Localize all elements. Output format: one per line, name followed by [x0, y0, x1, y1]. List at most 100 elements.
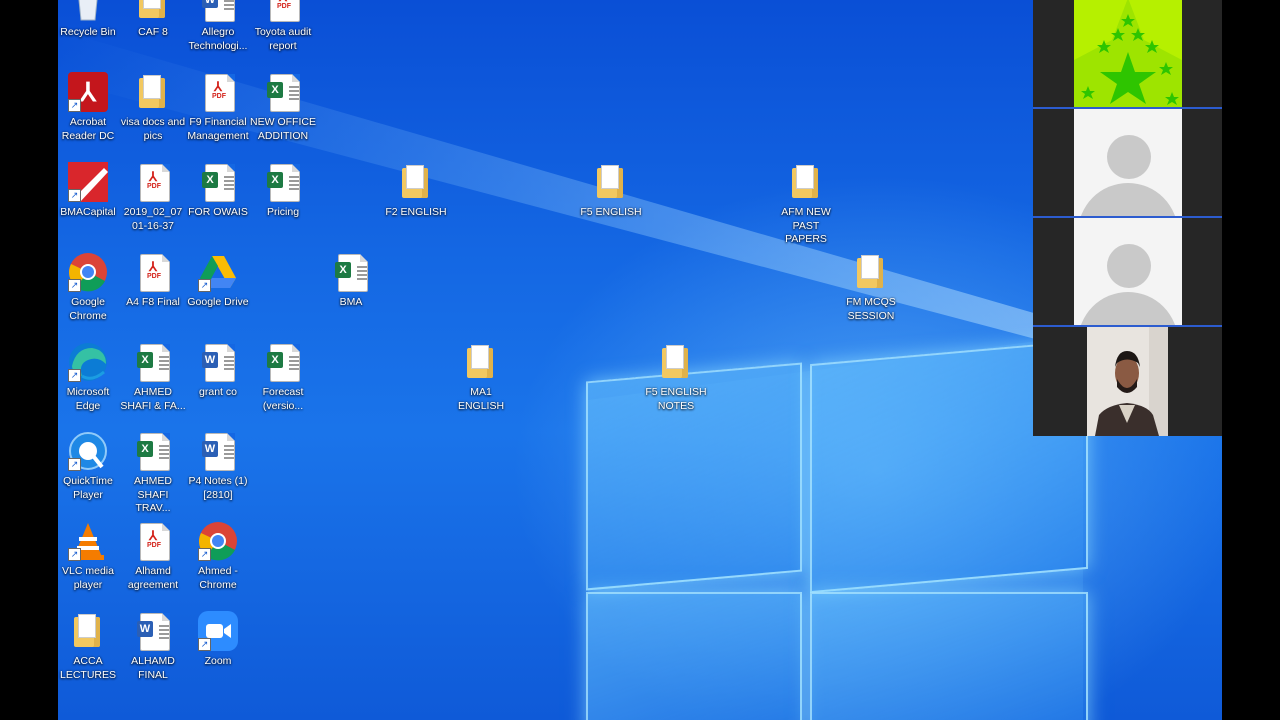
- avatar-placeholder: [1074, 218, 1182, 325]
- shortcut-arrow-icon: ↗: [68, 369, 81, 382]
- desktop-icon-new-office-addition[interactable]: X NEW OFFICE ADDITION: [250, 72, 316, 143]
- icon-label: Forecast (versio...: [262, 386, 304, 412]
- desktop-icon-google-drive[interactable]: ↗ Google Drive: [185, 252, 251, 310]
- recycle-bin-icon: [78, 0, 98, 21]
- word-badge-icon: W: [202, 441, 218, 457]
- desktop-icon-quicktime-player[interactable]: ↗ QuickTime Player: [58, 431, 121, 502]
- shortcut-arrow-icon: ↗: [68, 279, 81, 292]
- desktop-icon-a4-f8-final[interactable]: ⅄ PDF A4 F8 Final: [120, 252, 186, 310]
- participant-tile-4-camera[interactable]: [1033, 327, 1222, 436]
- desktop-icon-acrobat-reader-dc[interactable]: ⅄ ↗ Acrobat Reader DC: [58, 72, 121, 143]
- excel-badge-icon: X: [137, 441, 153, 457]
- folder-icon: [74, 614, 100, 647]
- desktop-icon-for-owais[interactable]: X FOR OWAIS: [185, 162, 251, 220]
- icon-label: 2019_02_07 01-16-37: [123, 206, 183, 232]
- icon-graphic: ↗: [68, 342, 108, 382]
- icon-label: NEW OFFICE ADDITION: [250, 116, 316, 142]
- shortcut-arrow-icon: ↗: [68, 458, 81, 471]
- icon-label: BMA: [339, 296, 363, 308]
- icon-label: AFM NEW PAST PAPERS: [781, 206, 831, 245]
- desktop-icon-ahmed-shafi-fa[interactable]: X AHMED SHAFI & FA...: [120, 342, 186, 413]
- avatar-body-icon: [1078, 292, 1178, 325]
- icon-graphic: ⅄PDF: [198, 72, 238, 112]
- desktop-icon-bma[interactable]: X BMA: [318, 252, 384, 310]
- right-letterbox: [1222, 0, 1280, 720]
- windows-logo-pane-bottom-left: [586, 592, 802, 720]
- desktop-icon-ahmed-chrome[interactable]: ↗ Ahmed - Chrome: [185, 521, 251, 592]
- desktop-icon-f5-english[interactable]: F5 ENGLISH: [578, 162, 644, 220]
- shortcut-arrow-icon: ↗: [68, 189, 81, 202]
- desktop-icon-microsoft-edge[interactable]: ↗ Microsoft Edge: [58, 342, 121, 413]
- icon-label: ALHAMD FINAL: [131, 655, 175, 681]
- icon-label: visa docs and pics: [120, 116, 186, 142]
- desktop-icon-alhamd-agreement[interactable]: ⅄ PDF Alhamd agreement: [120, 521, 186, 592]
- desktop-icon-f2-english[interactable]: F2 ENGLISH: [383, 162, 449, 220]
- icon-label: Microsoft Edge: [66, 386, 110, 412]
- icon-graphic: X: [263, 72, 303, 112]
- desktop-icon-bmacapital[interactable]: ↗ BMACapital: [58, 162, 121, 220]
- desktop-icon-google-chrome[interactable]: ↗ Google Chrome: [58, 252, 121, 323]
- desktop-icon-ma1-english[interactable]: MA1 ENGLISH: [448, 342, 514, 413]
- icon-label: F5 ENGLISH NOTES: [645, 386, 707, 412]
- desktop-icon-toyota-audit-report[interactable]: ⅄PDF Toyota audit report: [250, 0, 316, 53]
- desktop-icon-allegro-technologi[interactable]: W Allegro Technologi...: [185, 0, 251, 53]
- icon-graphic: [851, 252, 891, 292]
- icon-label: Zoom: [204, 655, 232, 667]
- desktop-icon-f5-english-notes[interactable]: F5 ENGLISH NOTES: [643, 342, 709, 413]
- desktop-icon-acca-lectures[interactable]: ACCA LECTURES: [58, 611, 121, 682]
- icon-graphic: X: [133, 431, 173, 471]
- folder-icon: [662, 345, 688, 378]
- icon-graphic: ↗: [198, 252, 238, 292]
- icon-label: Google Chrome: [69, 296, 107, 322]
- icon-graphic: ↗: [198, 611, 238, 651]
- desktop-icon-fm-mcqs-session[interactable]: FM MCQS SESSION: [838, 252, 904, 323]
- excel-badge-icon: X: [202, 172, 218, 188]
- icon-graphic: ↗: [68, 252, 108, 292]
- desktop-icon-pricing[interactable]: X Pricing: [250, 162, 316, 220]
- icon-graphic: [461, 342, 501, 382]
- icon-graphic: X: [263, 162, 303, 202]
- desktop-icon-forecast-versio[interactable]: X Forecast (versio...: [250, 342, 316, 413]
- avatar-head-icon: [1107, 244, 1151, 288]
- desktop-icon-f9-financial-management[interactable]: ⅄ PDF F9 Financial Management: [185, 72, 251, 143]
- participant-tile-2[interactable]: [1033, 109, 1222, 218]
- desktop-icon-p4-notes-1-2810[interactable]: W P4 Notes (1)[2810]: [185, 431, 251, 502]
- excel-badge-icon: X: [267, 82, 283, 98]
- icon-label: Ahmed - Chrome: [198, 565, 238, 591]
- icon-label: Alhamd agreement: [127, 565, 179, 591]
- desktop-icon-vlc-media-player[interactable]: ↗ VLC media player: [58, 521, 121, 592]
- desktop-icon-alhamd-final[interactable]: W ALHAMD FINAL: [120, 611, 186, 682]
- desktop-icon-afm-new-past-papers[interactable]: AFM NEW PAST PAPERS: [773, 162, 839, 247]
- icon-graphic: [591, 162, 631, 202]
- shortcut-arrow-icon: ↗: [198, 548, 211, 561]
- word-badge-icon: W: [202, 352, 218, 368]
- avatar-body-icon: [1078, 183, 1178, 216]
- participant-tile-3[interactable]: [1033, 218, 1222, 327]
- desktop-icon-zoom[interactable]: ↗ Zoom: [185, 611, 251, 669]
- word-badge-icon: W: [202, 0, 218, 8]
- desktop-icon-visa-docs-and-pics[interactable]: visa docs and pics: [120, 72, 186, 143]
- desktop-icon-2019-02-07-01-16-37[interactable]: ⅄ PDF 2019_02_07 01-16-37: [120, 162, 186, 233]
- pdf-icon: ⅄PDF: [140, 523, 170, 561]
- pdf-icon: ⅄PDF: [140, 164, 170, 202]
- folder-icon: [597, 165, 623, 198]
- icon-label: F5 ENGLISH: [580, 206, 642, 218]
- star-image-icon: [1074, 0, 1182, 107]
- desktop-icon-ahmed-shafi-trav[interactable]: X AHMED SHAFI TRAV...: [120, 431, 186, 516]
- folder-icon: [139, 0, 165, 18]
- icon-label: QuickTime Player: [63, 475, 113, 501]
- shortcut-arrow-icon: ↗: [68, 99, 81, 112]
- desktop-icon-grant-co[interactable]: W grant co: [185, 342, 251, 400]
- icon-label: FOR OWAIS: [188, 206, 248, 218]
- icon-label: Acrobat Reader DC: [61, 116, 115, 142]
- icon-label: VLC media player: [62, 565, 114, 591]
- desktop-icon-recycle-bin[interactable]: Recycle Bin: [58, 0, 121, 40]
- icon-graphic: [133, 0, 173, 22]
- windows-logo-pane-bottom-right: [810, 592, 1088, 720]
- participant-tile-1[interactable]: [1033, 0, 1222, 109]
- icon-label: ACCA LECTURES: [59, 655, 116, 681]
- desktop-icon-caf-8[interactable]: CAF 8: [120, 0, 186, 40]
- icon-graphic: X: [133, 342, 173, 382]
- icon-graphic: W: [198, 431, 238, 471]
- excel-badge-icon: X: [267, 352, 283, 368]
